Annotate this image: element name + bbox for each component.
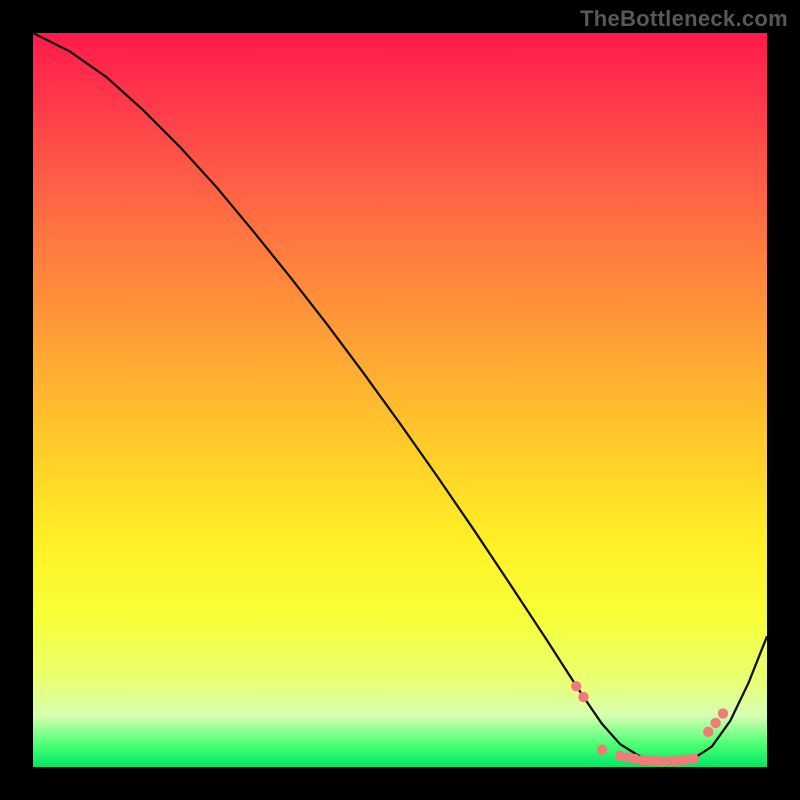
gradient-background — [33, 33, 767, 767]
chart-frame: TheBottleneck.com — [0, 0, 800, 800]
watermark-text: TheBottleneck.com — [580, 6, 788, 32]
plot-area — [33, 33, 767, 767]
